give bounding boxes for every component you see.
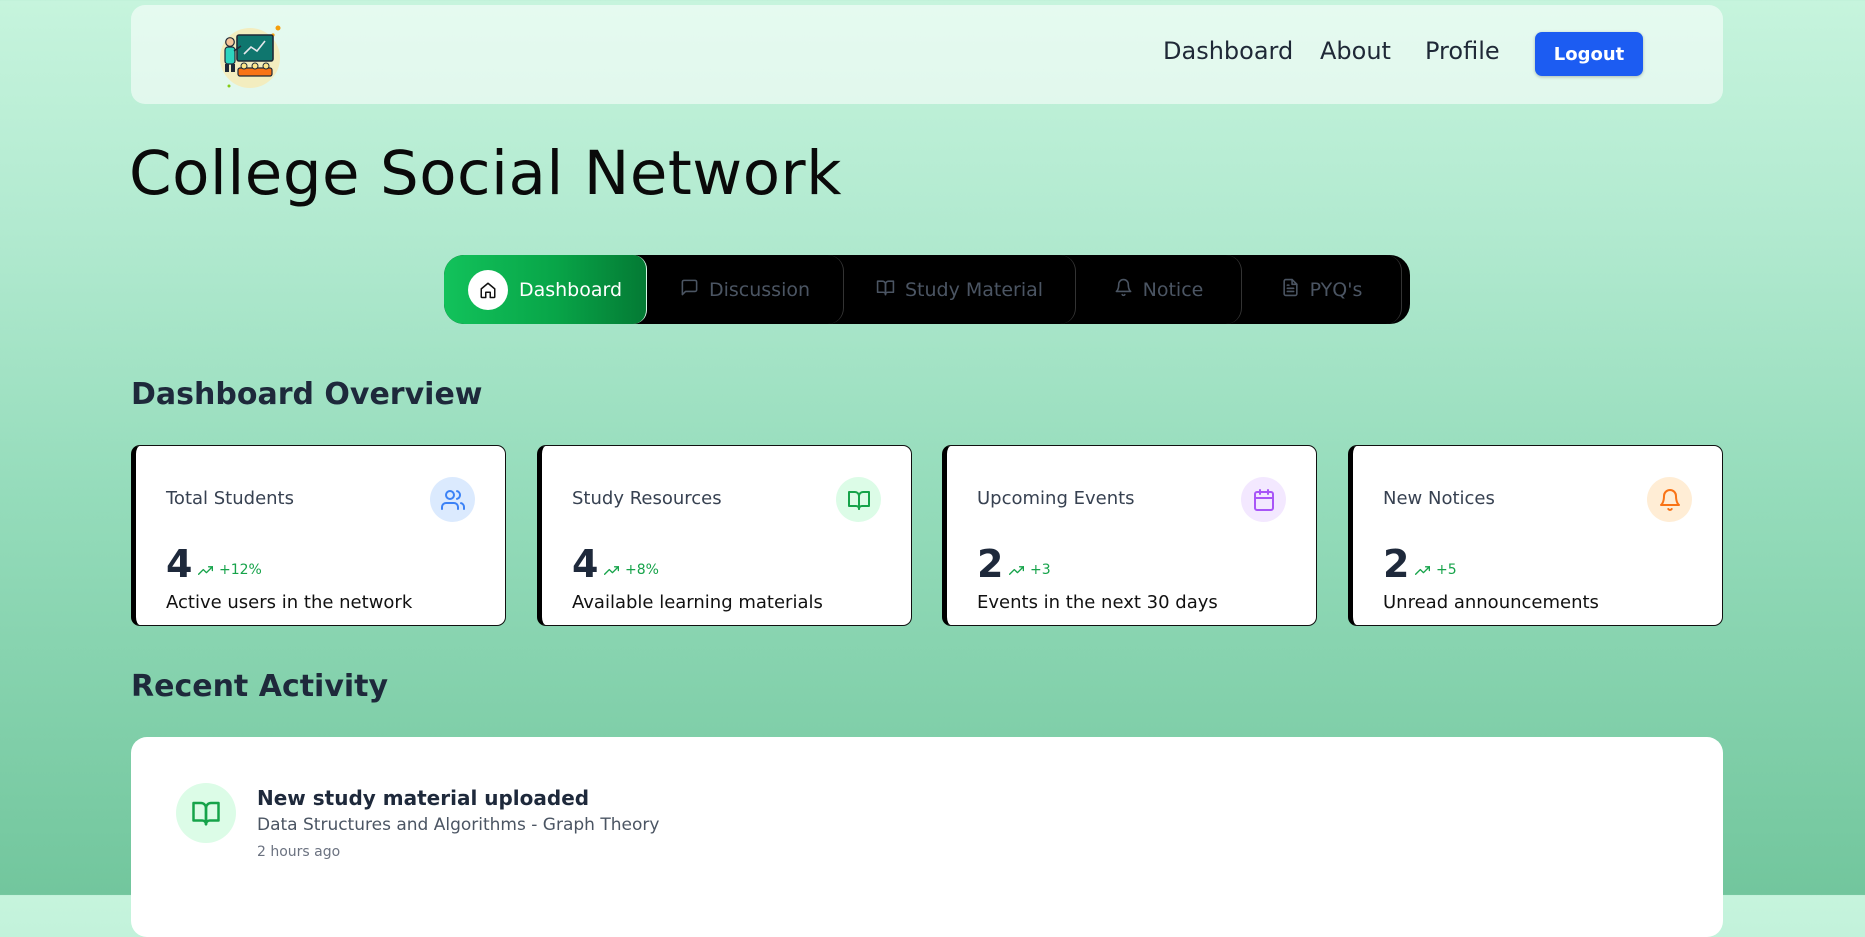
teacher-classroom-logo-icon[interactable] [217, 22, 287, 90]
bell-icon [1114, 278, 1143, 302]
stat-card-label: Study Resources [572, 488, 722, 509]
stat-card-label: Total Students [166, 488, 294, 509]
stat-card-new-notices[interactable]: New Notices 2 +5 Unread announcements [1348, 445, 1723, 626]
trend-value: +8% [625, 562, 659, 578]
trending-up-icon [604, 565, 619, 575]
stat-card-upcoming-events[interactable]: Upcoming Events 2 +3 Events in the next … [942, 445, 1317, 626]
recent-activity-panel: New study material uploaded Data Structu… [131, 737, 1723, 937]
trending-up-icon [198, 565, 213, 575]
stat-card-description: Events in the next 30 days [977, 592, 1218, 613]
activity-title: New study material uploaded [257, 786, 590, 810]
recent-activity-heading: Recent Activity [131, 669, 389, 704]
stat-card-description: Active users in the network [166, 592, 413, 613]
book-open-icon [876, 278, 905, 302]
trend-value: +12% [219, 562, 262, 578]
calendar-icon [1241, 477, 1286, 522]
stat-card-value: 4 [166, 542, 193, 586]
nav-link-dashboard[interactable]: Dashboard [1163, 37, 1293, 65]
page-title: College Social Network [129, 138, 842, 209]
trending-up-icon [1415, 565, 1430, 575]
stat-card-label: New Notices [1383, 488, 1495, 509]
file-text-icon [1281, 278, 1310, 302]
nav-link-about[interactable]: About [1320, 37, 1391, 65]
tab-notice[interactable]: Notice [1076, 255, 1242, 324]
stat-card-value: 2 [977, 542, 1004, 586]
tab-dashboard[interactable]: Dashboard [444, 255, 647, 324]
top-navbar: Dashboard About Profile Logout [131, 5, 1723, 104]
book-open-icon [836, 477, 881, 522]
tab-label: Study Material [904, 278, 1044, 301]
stat-card-label: Upcoming Events [977, 488, 1135, 509]
tab-discussion[interactable]: Discussion [647, 255, 844, 324]
tab-study-material[interactable]: Study Material [844, 255, 1076, 324]
stat-card-study-resources[interactable]: Study Resources 4 +8% Available learning… [537, 445, 912, 626]
home-icon [467, 269, 508, 310]
tab-label: Discussion [708, 278, 811, 301]
book-open-icon [176, 783, 236, 843]
trend-indicator: +8% [604, 562, 659, 578]
stat-card-value: 2 [1383, 542, 1410, 586]
stat-card-description: Unread announcements [1383, 592, 1599, 613]
trend-value: +5 [1436, 562, 1457, 578]
nav-link-profile[interactable]: Profile [1425, 37, 1500, 65]
trend-value: +3 [1030, 562, 1051, 578]
trend-indicator: +12% [198, 562, 262, 578]
trending-up-icon [1009, 565, 1024, 575]
trend-indicator: +3 [1009, 562, 1051, 578]
tab-label: Dashboard [518, 278, 623, 301]
stat-card-total-students[interactable]: Total Students 4 +12% Active users in th… [131, 445, 506, 626]
tab-label: Notice [1142, 278, 1204, 301]
trend-indicator: +5 [1415, 562, 1457, 578]
message-square-icon [680, 278, 709, 302]
logout-button[interactable]: Logout [1535, 32, 1643, 76]
activity-timestamp: 2 hours ago [257, 844, 341, 860]
stat-card-description: Available learning materials [572, 592, 823, 613]
tab-pyqs[interactable]: PYQ's [1242, 255, 1402, 324]
stat-card-value: 4 [572, 542, 599, 586]
tab-label: PYQ's [1309, 278, 1363, 301]
users-icon [430, 477, 475, 522]
bell-icon [1647, 477, 1692, 522]
dashboard-overview-heading: Dashboard Overview [131, 377, 483, 412]
section-tab-bar: Dashboard Discussion Study Material Noti… [444, 255, 1410, 324]
activity-description: Data Structures and Algorithms - Graph T… [257, 815, 660, 835]
